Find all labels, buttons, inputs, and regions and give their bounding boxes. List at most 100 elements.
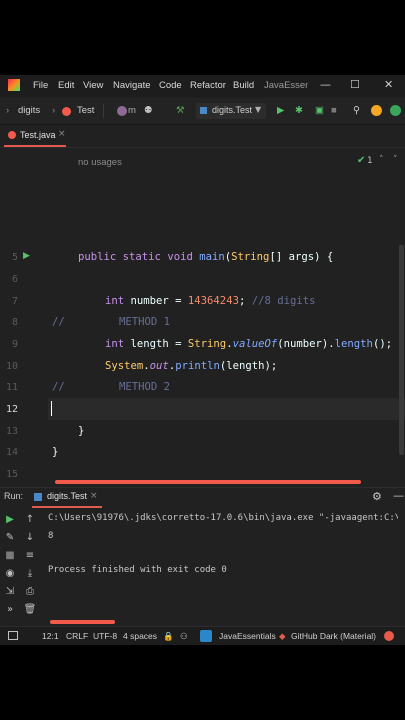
console-command[interactable]: C:\Users\91976\.jdks\corretto-17.0.6\bin… <box>48 513 398 523</box>
soft-wrap-icon[interactable]: ≡ <box>23 550 37 561</box>
run-gutter-icon[interactable]: ▶ <box>23 251 30 261</box>
code-line[interactable]: int length = String.valueOf(number).leng… <box>105 338 392 350</box>
minimize-icon[interactable]: — <box>320 78 331 91</box>
run-tabs: Run: digits.Test × ⚙ — <box>0 488 405 510</box>
console-exit-message[interactable]: Process finished with exit code 0 <box>48 565 227 575</box>
close-tab-icon[interactable]: × <box>58 129 66 139</box>
line-number: 13 <box>5 426 18 437</box>
chevron-up-icon[interactable]: ˄ <box>379 155 384 165</box>
token: int <box>105 295 125 307</box>
indent-setting[interactable]: 4 spaces <box>123 631 157 641</box>
token: println <box>175 360 220 372</box>
token: (length); <box>219 360 278 372</box>
camera-icon[interactable]: ◉ <box>3 568 17 579</box>
build-hammer-icon[interactable]: ⚒ <box>176 105 185 116</box>
menu-build[interactable]: Build <box>233 80 254 91</box>
debug-icon[interactable]: ✱ <box>295 105 303 116</box>
lock-icon[interactable]: 🔒 <box>163 631 174 642</box>
theme-status[interactable]: GitHub Dark (Material) <box>291 631 376 641</box>
inspection-check-icon[interactable]: ✔ <box>357 155 365 166</box>
console-output[interactable]: 8 <box>48 531 53 541</box>
run-config-selector[interactable]: digits.Test ▼ <box>196 103 266 119</box>
line-number: 5 <box>11 252 18 263</box>
scroll-to-end-icon[interactable]: ⤓ <box>23 568 37 579</box>
menu-file[interactable]: File <box>33 80 48 91</box>
closing-brace[interactable]: } <box>78 425 84 437</box>
menu-navigate[interactable]: Navigate <box>113 80 151 91</box>
plugin-status[interactable]: JavaEssentials <box>219 631 276 641</box>
menu-refactor[interactable]: Refactor <box>190 80 226 91</box>
ide-window: File Edit View Navigate Code Refactor Bu… <box>0 75 405 645</box>
breadcrumb-file[interactable]: Test <box>77 105 94 116</box>
close-tab-icon[interactable]: × <box>90 491 98 501</box>
code-line[interactable]: System.out.println(length); <box>105 360 277 372</box>
gear-icon[interactable]: ⚙ <box>372 490 382 503</box>
stop-icon[interactable]: ■ <box>3 550 17 561</box>
line-number: 8 <box>11 317 18 328</box>
inspection-count: 1 <box>367 156 373 166</box>
comment-text[interactable]: METHOD 2 <box>119 381 170 393</box>
token: int <box>105 338 125 350</box>
run-label: Run: <box>4 491 24 501</box>
menu-view[interactable]: View <box>83 80 103 91</box>
wrench-icon[interactable]: ✎ <box>3 532 17 543</box>
panel-toggle-icon[interactable] <box>8 631 18 640</box>
stop-icon[interactable]: ■ <box>331 105 337 116</box>
git-icon[interactable]: ⚇ <box>180 631 188 642</box>
hide-panel-icon[interactable]: — <box>393 489 404 502</box>
code-line[interactable]: int number = 14364243; //8 digits <box>105 295 316 307</box>
token: System <box>105 360 144 372</box>
close-window-icon[interactable]: ✕ <box>384 78 393 91</box>
comment-marker[interactable]: // <box>52 316 65 328</box>
usage-hint[interactable]: no usages <box>78 157 122 168</box>
console-scrollbar[interactable] <box>50 620 115 624</box>
print-icon[interactable]: ⎙ <box>23 586 37 597</box>
closing-brace[interactable]: } <box>52 446 58 458</box>
tab-test-java[interactable]: Test.java × <box>4 125 66 147</box>
horizontal-scrollbar[interactable] <box>55 480 361 484</box>
chevron-down-icon[interactable]: ˅ <box>393 155 398 165</box>
file-encoding[interactable]: UTF-8 <box>93 631 117 641</box>
trash-icon[interactable]: 🗑 <box>23 604 37 615</box>
comment-text[interactable]: METHOD 1 <box>119 316 170 328</box>
code-line[interactable]: public static void main(String[] args) { <box>78 251 333 263</box>
avatar[interactable] <box>117 106 127 116</box>
arrow-up-icon[interactable]: ↑ <box>23 514 37 525</box>
token: main <box>199 251 225 263</box>
toolbar-divider <box>103 104 104 118</box>
caret-position[interactable]: 12:1 <box>42 631 59 641</box>
navigation-toolbar: › digits › Test m ⚉ ⚒ digits.Test ▼ ▶ ✱ … <box>0 98 405 125</box>
line-number: 6 <box>11 274 18 285</box>
run-tab-label[interactable]: digits.Test <box>47 491 87 501</box>
line-separator[interactable]: CRLF <box>66 631 88 641</box>
class-icon <box>8 131 16 139</box>
run-icon[interactable]: ▶ <box>277 105 284 116</box>
maximize-icon[interactable]: ☐ <box>350 78 360 91</box>
token: static <box>122 251 161 263</box>
plugin-icon[interactable] <box>390 105 401 116</box>
chevron-down-icon: ▼ <box>255 105 262 114</box>
rerun-icon[interactable]: ▶ <box>3 514 17 525</box>
current-line-number: 12 <box>5 404 18 415</box>
chevron-right-icon: › <box>6 105 10 116</box>
people-icon[interactable]: ⚉ <box>144 105 153 116</box>
menu-code[interactable]: Code <box>159 80 182 91</box>
menu-edit[interactable]: Edit <box>58 80 74 91</box>
more-icon[interactable]: » <box>3 604 17 615</box>
update-icon[interactable] <box>371 105 382 116</box>
project-title: JavaEssenti <box>264 80 308 91</box>
chevron-right-icon: › <box>52 105 56 116</box>
code-editor[interactable]: no usages ✔ 1 ˄ ˅ 5 ▶ 6 7 8 9 10 11 12 1… <box>0 148 405 525</box>
token: 14364243 <box>187 295 239 307</box>
token: valueOf <box>232 338 278 350</box>
restore-layout-icon[interactable]: ⇲ <box>3 586 17 597</box>
comment-marker[interactable]: // <box>52 381 65 393</box>
arrow-down-icon[interactable]: ↓ <box>23 532 37 543</box>
token: out <box>149 360 169 372</box>
notification-icon[interactable] <box>384 631 394 641</box>
breadcrumb-project[interactable]: digits <box>18 105 40 116</box>
search-icon[interactable]: ⚲ <box>353 105 360 116</box>
vertical-scrollbar[interactable] <box>399 245 404 455</box>
coverage-icon[interactable]: ▣ <box>315 105 324 116</box>
plugin-icon <box>200 630 212 642</box>
